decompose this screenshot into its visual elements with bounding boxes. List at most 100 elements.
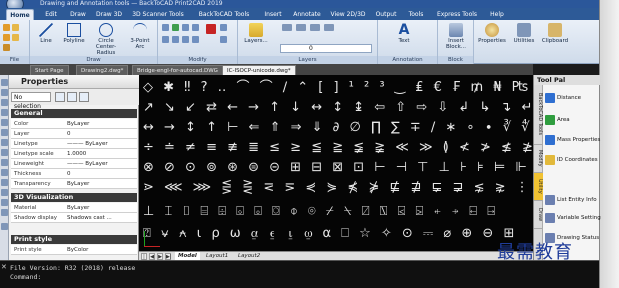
tab-tools[interactable]: Tools [404, 9, 428, 20]
move-icon[interactable] [162, 24, 169, 31]
clipboard-button[interactable]: Clipboard [540, 23, 570, 55]
selection-dropdown[interactable]: No selection [11, 92, 51, 110]
tab-output[interactable]: Output [372, 9, 400, 20]
section-print-style[interactable]: Print style [11, 235, 137, 244]
copy-icon[interactable] [172, 24, 179, 31]
snap-icon[interactable] [1, 79, 8, 86]
prop-row[interactable]: Shadow display Shadows cast ... [11, 213, 137, 223]
print-icon[interactable] [3, 44, 10, 51]
orbit-icon[interactable] [1, 209, 8, 216]
prop-row[interactable]: Layer 0 [11, 129, 137, 139]
polar-icon[interactable] [1, 109, 8, 116]
tp-tab-draw[interactable]: Draw [534, 201, 543, 229]
regen-icon[interactable] [1, 189, 8, 196]
prop-row[interactable]: Thickness 0 [11, 169, 137, 179]
quick-select-icon[interactable] [79, 92, 89, 102]
tab-draw[interactable]: Draw [66, 9, 90, 20]
app-logo-icon[interactable] [6, 0, 24, 8]
tab-view-2d-3d[interactable]: View 2D/3D [328, 9, 368, 20]
drawing-canvas[interactable]: ◇ ✱ ‼ ? ‥ ⌒ ⌒ ∕ ⌃ [ ] ¹ ² ³ ‿ ₤ € ₣ ₥ ₦ … [139, 75, 533, 251]
layer-state-icon[interactable] [282, 24, 292, 31]
erase-icon[interactable] [206, 24, 216, 34]
prop-row[interactable]: Material ByLayer [11, 203, 137, 213]
tool-mass-properties[interactable]: Mass Properties [545, 133, 600, 147]
layer-isolate-icon[interactable] [324, 24, 334, 31]
tool-area[interactable]: Area [545, 113, 599, 127]
first-layout-icon[interactable]: |◀ [141, 253, 147, 267]
dyn-icon[interactable] [1, 149, 8, 156]
tool-id-coordinates[interactable]: ID Coordinates [545, 153, 599, 167]
grid-icon[interactable] [1, 89, 8, 96]
layer-previous-icon[interactable] [310, 24, 320, 31]
tool-list-entity-info[interactable]: List Entity Info [545, 193, 599, 207]
doc-tab-start-page[interactable]: Start Page [30, 65, 69, 75]
ribbon-group-draw: Line Polyline Circle Center-Radius 3-Poi… [30, 20, 158, 64]
ortho-icon[interactable] [1, 99, 8, 106]
open-file-icon[interactable] [12, 24, 19, 31]
select-objects-icon[interactable] [67, 92, 77, 102]
properties-button[interactable]: Properties [476, 23, 508, 55]
tab-annotate[interactable]: Annotate [290, 9, 324, 20]
tab-help[interactable]: Help [486, 9, 508, 20]
close-command-line-icon[interactable]: ✕ [1, 263, 7, 271]
mirror-icon[interactable] [162, 36, 169, 43]
section-3d-visualization[interactable]: 3D Visualization [11, 193, 137, 202]
tab-edit[interactable]: Edit [40, 9, 62, 20]
save-icon[interactable] [3, 34, 10, 41]
command-prompt[interactable]: Command: [10, 273, 41, 281]
prop-row[interactable]: Transparency ByLayer [11, 179, 137, 189]
measure-icon[interactable] [1, 179, 8, 186]
lineweight-icon[interactable] [1, 139, 8, 146]
doc-tab-drawing2[interactable]: Drawing2.dwg* [76, 65, 129, 75]
tab-express-tools[interactable]: Express Tools [432, 9, 482, 20]
tab-3d-scanner-tools[interactable]: 3D Scanner Tools [128, 9, 188, 20]
prop-row[interactable]: Linetype scale 1.0000 [11, 149, 137, 159]
toggle-pickadd-icon[interactable] [55, 92, 65, 102]
view-icon[interactable] [1, 199, 8, 206]
prop-row[interactable]: Lineweight ——— ByLayer [11, 159, 137, 169]
tp-tab-backtocad-tools[interactable]: BackToCAD Tools [534, 85, 543, 145]
prop-row[interactable]: Print style ByColor [11, 245, 137, 255]
tab-draw-3d[interactable]: Draw 3D [94, 9, 124, 20]
doc-tab-ic-isocp-unicode[interactable]: IC-ISOCP-unicode.dwg* [222, 65, 296, 75]
array-icon[interactable] [182, 36, 189, 43]
fillet-icon[interactable] [192, 36, 199, 43]
prop-row[interactable]: Linetype ——— ByLayer [11, 139, 137, 149]
tab-insert[interactable]: Insert [260, 9, 286, 20]
layer-match-icon[interactable] [296, 24, 306, 31]
pan-icon[interactable] [1, 169, 8, 176]
layer-dropdown[interactable]: 0 [280, 44, 372, 53]
rotate-icon[interactable] [182, 24, 189, 31]
line-button[interactable]: Line [32, 23, 60, 55]
tp-tab-utility[interactable]: Utility [534, 173, 543, 201]
osnap-icon[interactable] [1, 119, 8, 126]
save-as-icon[interactable] [12, 34, 19, 41]
tab-backtocad-tools[interactable]: BackToCAD Tools [192, 9, 256, 20]
new-file-icon[interactable] [3, 24, 10, 31]
tool-variable-setting[interactable]: Variable Setting [545, 211, 601, 225]
polyline-button[interactable]: Polyline [60, 23, 88, 55]
tp-tab-modify[interactable]: Modify [534, 145, 543, 173]
arc-3-point-button[interactable]: 3-Point Arc [126, 23, 154, 55]
trim-icon[interactable] [220, 24, 227, 31]
zoom-icon[interactable] [1, 159, 8, 166]
tab-home[interactable]: Home [6, 9, 34, 20]
prop-row[interactable]: Color ByLayer [11, 119, 137, 129]
offset-icon[interactable] [172, 36, 179, 43]
otrack-icon[interactable] [1, 129, 8, 136]
utilities-button[interactable]: Utilities [510, 23, 538, 55]
tool-distance[interactable]: Distance [545, 91, 599, 105]
extend-icon[interactable] [220, 36, 227, 43]
plot-icon[interactable] [1, 223, 8, 230]
circle-center-radius-button[interactable]: Circle Center-Radius [88, 23, 124, 56]
doc-tab-bridge[interactable]: Bridge-engl-for-autocad.DWG [132, 65, 223, 75]
arc-label: 3-Point Arc [130, 38, 150, 50]
layers-button[interactable]: Layers... [240, 23, 272, 55]
scale-icon[interactable] [192, 24, 199, 31]
insert-block-button[interactable]: Insert Block... [442, 23, 470, 55]
next-layout-icon[interactable]: ▶ [157, 253, 163, 260]
prev-layout-icon[interactable]: ◀ [149, 253, 155, 260]
section-general[interactable]: General [11, 109, 137, 118]
text-button[interactable]: A Text [390, 23, 418, 55]
last-layout-icon[interactable]: ▶| [165, 253, 172, 260]
